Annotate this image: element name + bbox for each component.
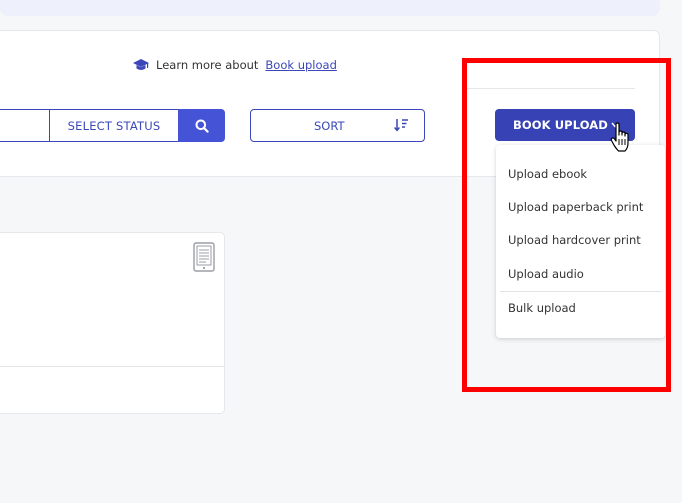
graduation-cap-icon bbox=[133, 59, 149, 70]
menu-item-upload-paperback-print[interactable]: Upload paperback print bbox=[496, 192, 665, 222]
learn-more: Learn more about Book upload bbox=[133, 57, 337, 73]
sort-button[interactable]: SORT bbox=[250, 109, 425, 142]
book-upload-menu: Upload ebook Upload paperback print Uplo… bbox=[496, 145, 665, 338]
menu-item-upload-audio[interactable]: Upload audio bbox=[496, 259, 665, 289]
menu-item-bulk-upload[interactable]: Bulk upload bbox=[496, 293, 665, 323]
menu-item-upload-hardcover-print[interactable]: Upload hardcover print bbox=[496, 225, 665, 255]
select-status-dropdown[interactable]: SELECT STATUS bbox=[49, 109, 179, 142]
learn-more-text: Learn more about bbox=[156, 58, 259, 72]
card-divider bbox=[0, 366, 224, 367]
hand-cursor-icon bbox=[610, 122, 629, 152]
menu-divider bbox=[500, 291, 661, 292]
book-upload-label: BOOK UPLOAD bbox=[513, 118, 608, 132]
divider bbox=[465, 88, 635, 89]
sort-descending-icon bbox=[394, 119, 408, 132]
search-button[interactable] bbox=[178, 109, 225, 142]
book-card[interactable] bbox=[0, 232, 225, 414]
select-status-label: SELECT STATUS bbox=[67, 118, 161, 133]
top-banner bbox=[0, 0, 660, 16]
search-input[interactable] bbox=[0, 109, 51, 142]
book-upload-link[interactable]: Book upload bbox=[265, 58, 336, 72]
search-icon bbox=[195, 119, 209, 133]
menu-item-upload-ebook[interactable]: Upload ebook bbox=[496, 159, 665, 189]
sort-label: SORT bbox=[314, 119, 345, 133]
ebook-reader-icon bbox=[193, 242, 215, 272]
